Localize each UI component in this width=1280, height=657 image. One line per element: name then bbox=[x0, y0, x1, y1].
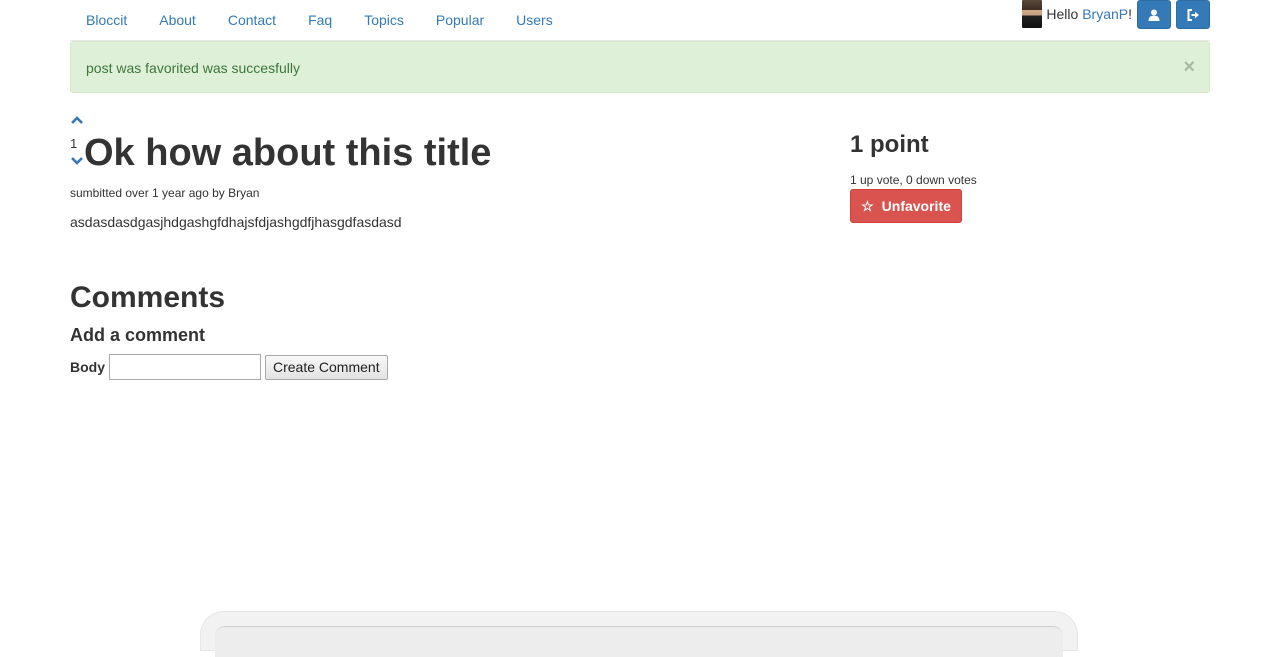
bottom-overlay-panel bbox=[200, 611, 1078, 657]
downvote-chevron-icon[interactable] bbox=[70, 156, 84, 166]
nav-links: Bloccit About Contact Faq Topics Popular… bbox=[70, 0, 569, 40]
user-icon bbox=[1148, 9, 1160, 21]
post-meta: sumbitted over 1 year ago by Bryan bbox=[70, 186, 260, 200]
unfavorite-button[interactable]: ☆ Unfavorite bbox=[850, 189, 962, 223]
alert-message: post was favorited was succesfully bbox=[86, 60, 300, 76]
vote-count: 1 bbox=[70, 136, 78, 151]
nav-link-contact[interactable]: Contact bbox=[212, 12, 292, 28]
upvote-chevron-icon[interactable] bbox=[70, 115, 84, 125]
points-total: 1 point bbox=[850, 131, 929, 158]
create-comment-button[interactable]: Create Comment bbox=[265, 354, 388, 380]
greeting: Hello BryanP! bbox=[1046, 6, 1132, 22]
star-icon: ☆ bbox=[861, 197, 874, 214]
nav-link-popular[interactable]: Popular bbox=[420, 12, 500, 28]
add-comment-heading: Add a comment bbox=[70, 325, 206, 345]
bottom-overlay-inner bbox=[215, 626, 1063, 657]
nav-link-users[interactable]: Users bbox=[500, 12, 569, 28]
unfavorite-label: Unfavorite bbox=[881, 198, 951, 214]
comment-body-input[interactable] bbox=[109, 354, 261, 380]
user-area: Hello BryanP! bbox=[1022, 0, 1210, 30]
top-navbar: Bloccit About Contact Faq Topics Popular… bbox=[70, 0, 1210, 41]
username-link[interactable]: BryanP bbox=[1082, 6, 1128, 22]
vote-controls bbox=[70, 115, 84, 125]
greeting-suffix: ! bbox=[1128, 6, 1132, 22]
nav-link-about[interactable]: About bbox=[143, 12, 212, 28]
nav-link-faq[interactable]: Faq bbox=[292, 12, 348, 28]
success-alert: post was favorited was succesfully × bbox=[70, 41, 1210, 93]
profile-button[interactable] bbox=[1137, 0, 1171, 29]
greeting-prefix: Hello bbox=[1046, 6, 1083, 22]
avatar bbox=[1022, 0, 1043, 28]
nav-link-topics[interactable]: Topics bbox=[348, 12, 420, 28]
votes-summary: 1 up vote, 0 down votes bbox=[850, 173, 977, 187]
nav-link-bloccit[interactable]: Bloccit bbox=[70, 12, 143, 28]
comments-heading: Comments bbox=[70, 281, 226, 314]
post-title: Ok how about this title bbox=[84, 132, 492, 174]
comment-form: Body Create Comment bbox=[70, 354, 388, 380]
sign-out-icon bbox=[1187, 8, 1199, 21]
post-body: asdasdasdgasjhdgashgfdhajsfdjashgdfjhasg… bbox=[70, 214, 402, 230]
body-label: Body bbox=[70, 359, 105, 375]
alert-close-button[interactable]: × bbox=[1183, 57, 1195, 77]
sign-out-button[interactable] bbox=[1176, 0, 1210, 29]
